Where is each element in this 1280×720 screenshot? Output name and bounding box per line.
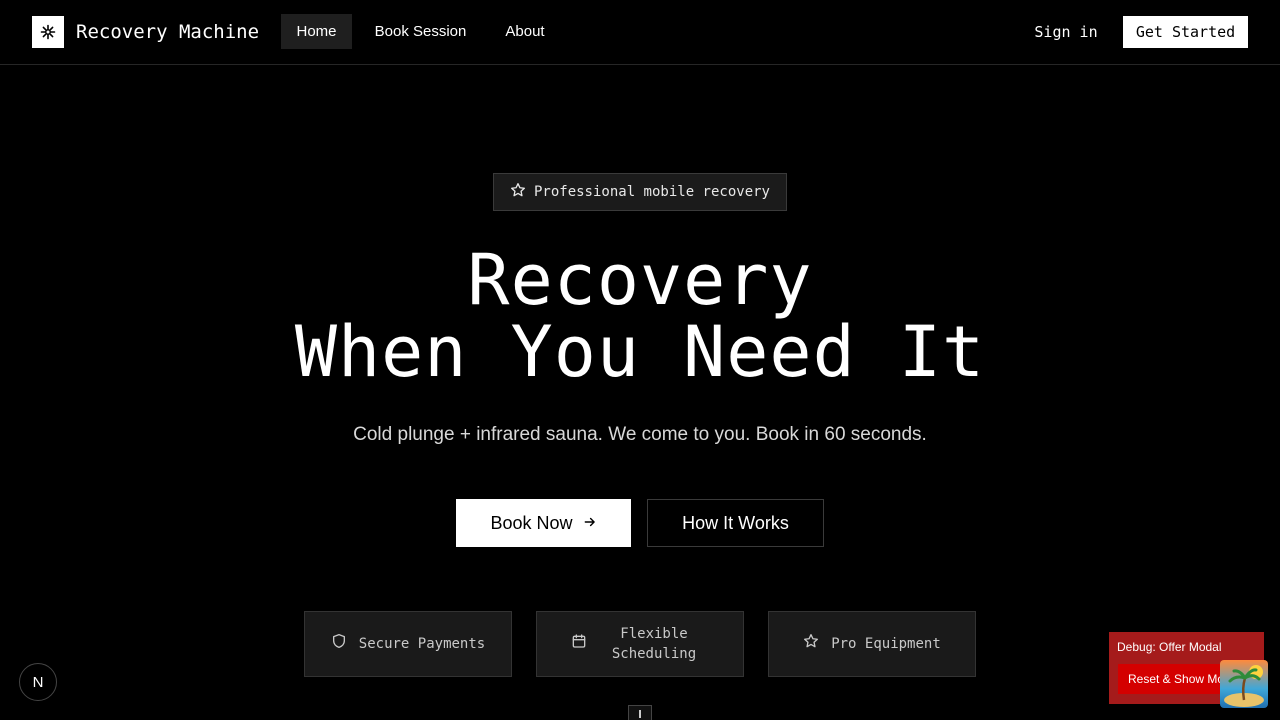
beach-avatar-icon[interactable] [1220, 660, 1268, 708]
arrow-right-icon [583, 513, 597, 534]
feature-label: Secure Payments [358, 636, 486, 652]
calendar-icon [571, 633, 587, 655]
star-icon [510, 182, 526, 202]
debug-title: Debug: Offer Modal [1117, 640, 1222, 654]
feature-label: Pro Equipment [831, 636, 941, 652]
hero-badge: Professional mobile recovery [493, 173, 787, 211]
hero-title-line2: When You Need It [294, 311, 986, 393]
get-started-button[interactable]: Get Started [1123, 16, 1248, 48]
nextjs-dev-badge[interactable]: N [19, 663, 57, 701]
top-navigation: Recovery Machine Home Book Session About… [0, 0, 1280, 65]
star-icon [803, 633, 819, 655]
book-now-label: Book Now [490, 512, 573, 533]
nav-home[interactable]: Home [281, 14, 352, 49]
scroll-indicator[interactable] [628, 705, 652, 720]
brand-name[interactable]: Recovery Machine [76, 20, 259, 44]
nextjs-logo-icon: N [32, 673, 44, 691]
feature-secure-payments: Secure Payments [304, 611, 512, 677]
how-it-works-button[interactable]: How It Works [647, 499, 824, 547]
sign-in-link[interactable]: Sign in [1022, 16, 1110, 48]
shield-icon [331, 633, 347, 655]
hero-subtitle: Cold plunge + infrared sauna. We come to… [353, 424, 927, 445]
logo-icon[interactable] [32, 16, 64, 48]
hero-title-line1: Recovery [467, 239, 813, 321]
book-now-button[interactable]: Book Now [456, 499, 631, 547]
feature-label: Flexible Scheduling [611, 626, 697, 662]
nav-book-session[interactable]: Book Session [362, 14, 479, 49]
feature-pro-equipment: Pro Equipment [768, 611, 976, 677]
feature-flexible-scheduling: Flexible Scheduling [536, 611, 744, 677]
nav-about[interactable]: About [489, 14, 561, 49]
hero-badge-text: Professional mobile recovery [533, 184, 770, 200]
